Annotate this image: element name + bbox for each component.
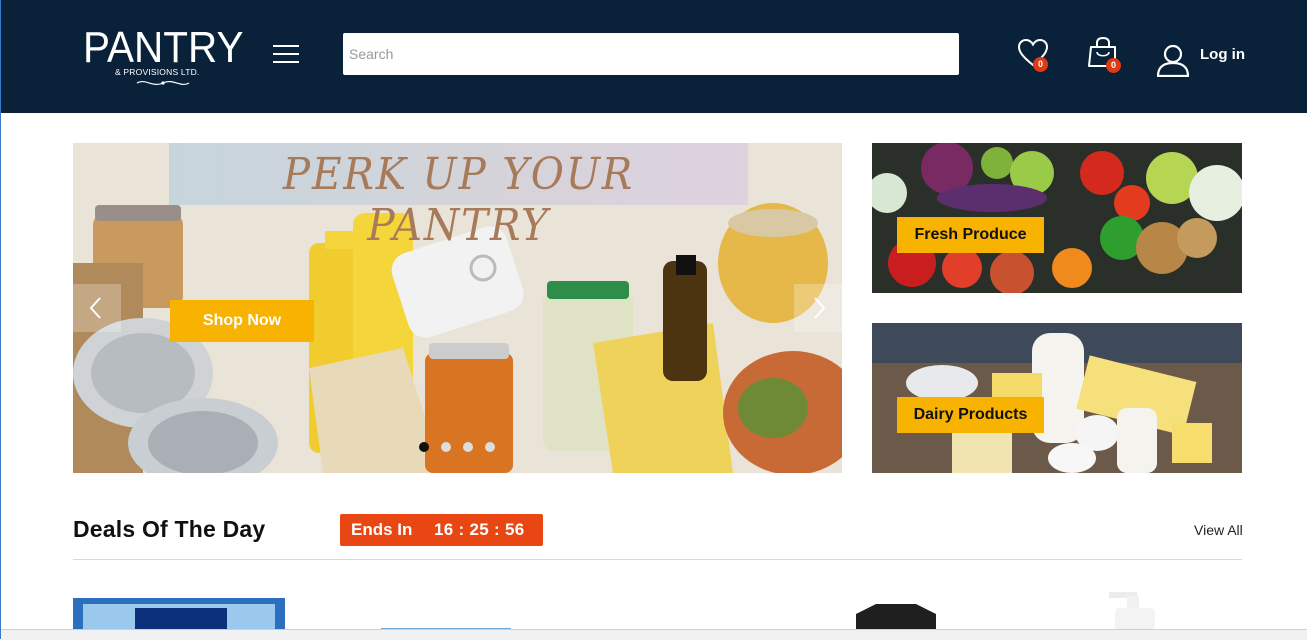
hamburger-icon[interactable] <box>273 44 299 64</box>
hero-headline-banner: PERK UP YOUR PANTRY <box>169 143 748 251</box>
slider-dot-2[interactable] <box>441 442 451 452</box>
product-card-2[interactable] <box>381 590 511 630</box>
user-icon[interactable] <box>1156 43 1190 77</box>
logo-flourish-icon <box>136 80 190 86</box>
site-header: PANTRY & PROVISIONS LTD. 0 0 Log in <box>1 0 1307 113</box>
cart-count-badge: 0 <box>1106 58 1121 73</box>
product-image-1 <box>73 598 285 630</box>
timer-label: Ends In <box>351 520 413 539</box>
cart-button[interactable]: 0 <box>1087 36 1123 76</box>
deals-of-the-day-heading: Deals Of The Day <box>73 516 266 542</box>
login-link[interactable]: Log in <box>1200 46 1245 63</box>
deals-divider <box>73 559 1242 560</box>
dairy-products-button[interactable]: Dairy Products <box>897 397 1044 433</box>
chevron-right-icon <box>814 297 826 319</box>
logo-subtitle: & PROVISIONS LTD. <box>115 67 200 77</box>
product-card-1[interactable] <box>73 590 285 630</box>
chevron-left-icon <box>89 297 101 319</box>
product-card-4[interactable] <box>1101 590 1171 630</box>
product-image-3 <box>856 604 936 630</box>
hero-headline: PERK UP YOUR PANTRY <box>282 149 635 251</box>
search-input[interactable] <box>343 33 959 75</box>
product-image-2 <box>381 628 511 630</box>
deals-countdown-timer: Ends In 16 : 25 : 56 <box>340 514 543 546</box>
promo-fresh-produce[interactable]: Fresh Produce <box>872 143 1242 293</box>
slider-dot-3[interactable] <box>463 442 473 452</box>
view-all-link[interactable]: View All <box>1194 522 1243 538</box>
shop-now-button[interactable]: Shop Now <box>170 300 314 342</box>
promo-dairy-products[interactable]: Dairy Products <box>872 323 1242 473</box>
bottom-scroll-edge <box>1 629 1307 640</box>
timer-value: 16 : 25 : 56 <box>434 520 525 539</box>
logo-wordmark: PANTRY <box>83 23 244 72</box>
fresh-produce-button[interactable]: Fresh Produce <box>897 217 1044 253</box>
product-card-3[interactable] <box>856 590 941 630</box>
brand-logo[interactable]: PANTRY & PROVISIONS LTD. <box>83 26 248 92</box>
slider-next-button[interactable] <box>794 284 842 332</box>
product-image-4 <box>1109 592 1155 630</box>
slider-dot-1[interactable] <box>419 442 429 452</box>
wishlist-count-badge: 0 <box>1033 57 1048 72</box>
slider-dot-4[interactable] <box>485 442 495 452</box>
wishlist-button[interactable]: 0 <box>1017 38 1053 74</box>
hero-slider[interactable]: PERK UP YOUR PANTRY Shop Now <box>73 143 842 473</box>
slider-prev-button[interactable] <box>73 284 121 332</box>
